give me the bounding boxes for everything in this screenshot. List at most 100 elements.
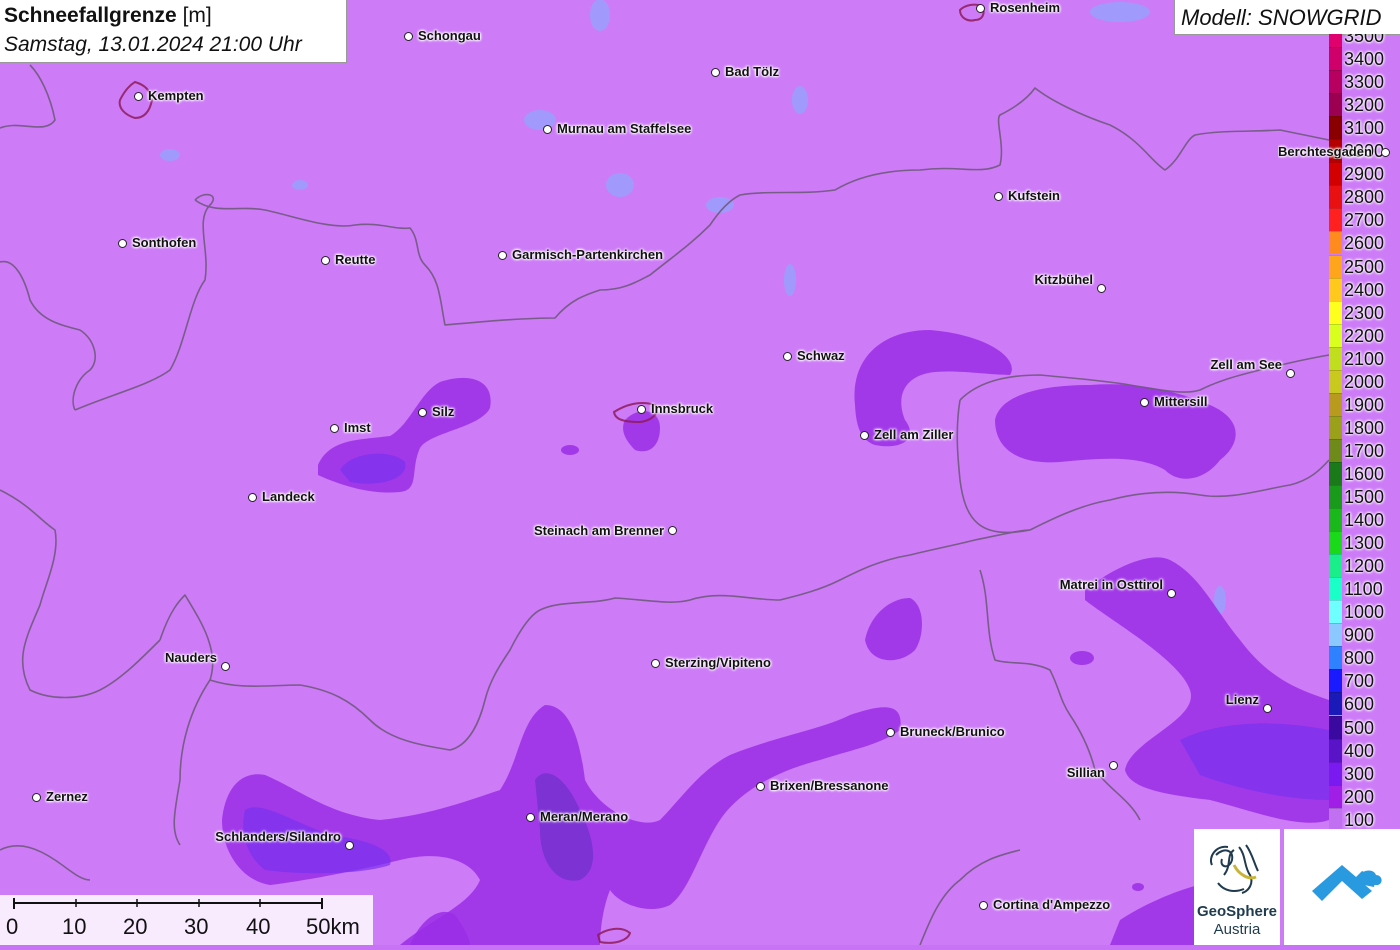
legend-label: 200	[1344, 786, 1375, 807]
scale-tick-label: 50km	[306, 914, 360, 939]
legend-label: 700	[1344, 671, 1375, 692]
legend-swatch	[1329, 692, 1342, 716]
snowgrid-emblem	[1312, 865, 1382, 901]
legend-label: 3100	[1344, 118, 1385, 139]
city-label: Kempten	[148, 88, 204, 103]
legend-swatch	[1329, 231, 1342, 255]
city-dot-icon	[1097, 284, 1106, 293]
city-label: Bad Tölz	[725, 64, 780, 79]
legend-swatch	[1329, 277, 1342, 301]
legend-item: 2700	[1329, 208, 1400, 232]
legend-label: 2300	[1344, 302, 1385, 323]
legend-swatch	[1329, 300, 1342, 324]
city-dot-icon	[651, 659, 660, 668]
city-label: Schlanders/Silandro	[215, 829, 341, 844]
legend-swatch	[1329, 646, 1342, 670]
legend-item: 1800	[1329, 415, 1400, 439]
city-dot-icon	[1109, 761, 1118, 770]
legend-swatch	[1329, 438, 1342, 462]
snowfall-limit-map	[0, 0, 1400, 945]
city-label: Murnau am Staffelsee	[557, 121, 692, 136]
map-datetime: Samstag, 13.01.2024 21:00 Uhr	[4, 33, 302, 56]
geosphere-logo: GeoSphere Austria	[1194, 829, 1280, 945]
legend-label: 2700	[1344, 210, 1385, 231]
city-label: Meran/Merano	[540, 809, 629, 824]
city-label: Zernez	[46, 789, 88, 804]
city-dot-icon	[637, 405, 646, 414]
city-label: Sterzing/Vipiteno	[665, 655, 771, 670]
legend-item: 1200	[1329, 554, 1400, 578]
map-title-unit: [m]	[182, 4, 212, 27]
legend-item: 300	[1329, 761, 1400, 785]
legend-swatch	[1329, 93, 1342, 117]
legend-item: 1500	[1329, 485, 1400, 508]
legend-swatch	[1329, 485, 1342, 508]
scale-tick-label: 10	[62, 914, 87, 939]
city-dot-icon	[1286, 369, 1295, 378]
city-label: Garmisch-Partenkirchen	[512, 247, 664, 262]
legend-swatch	[1329, 369, 1342, 393]
legend-label: 1400	[1344, 510, 1385, 531]
city-label: Bruneck/Brunico	[900, 724, 1005, 739]
legend-item: 3100	[1329, 116, 1400, 140]
city-dot-icon	[994, 192, 1003, 201]
legend-swatch	[1329, 162, 1342, 186]
legend-swatch	[1329, 70, 1342, 94]
legend-item: 1300	[1329, 531, 1400, 555]
city-dot-icon	[248, 493, 257, 502]
legend-item: 600	[1329, 692, 1400, 716]
legend-item: 400	[1329, 738, 1400, 762]
city-dot-icon	[32, 793, 41, 802]
city-label: Sonthofen	[132, 235, 197, 250]
legend-label: 2100	[1344, 348, 1385, 369]
city-label: Schongau	[418, 28, 481, 43]
legend-label: 2600	[1344, 233, 1385, 254]
legend-swatch	[1329, 415, 1342, 439]
city-label: Lienz	[1225, 692, 1259, 707]
legend-label: 2200	[1344, 325, 1385, 346]
city-dot-icon	[345, 841, 354, 850]
geosphere-emblem	[1210, 844, 1259, 894]
legend-label: 3500	[1344, 34, 1385, 46]
legend-swatch	[1329, 738, 1342, 762]
city-label: Rosenheim	[990, 0, 1061, 15]
city-dot-icon	[543, 125, 552, 134]
city-dot-icon	[979, 901, 988, 910]
legend-item: 1400	[1329, 508, 1400, 532]
legend-swatch	[1329, 600, 1342, 624]
legend-label: 1900	[1344, 394, 1385, 415]
city-dot-icon	[134, 92, 143, 101]
legend-item: 2400	[1329, 277, 1400, 301]
legend-label: 800	[1344, 648, 1375, 669]
snowgrid-logo	[1284, 829, 1400, 945]
map-title-box: Schneefallgrenze [m] Samstag, 13.01.2024…	[0, 0, 347, 63]
scale-tick-label: 0	[6, 914, 19, 939]
city-label: Landeck	[262, 489, 315, 504]
legend-label: 500	[1344, 717, 1375, 738]
legend-label: 100	[1344, 809, 1375, 830]
legend-swatch	[1329, 715, 1342, 739]
city-label: Matrei in Osttirol	[1059, 577, 1163, 592]
city-dot-icon	[1140, 398, 1149, 407]
legend-label: 1000	[1344, 602, 1385, 623]
legend-item: 2600	[1329, 231, 1400, 255]
city-label: Zell am See	[1210, 357, 1282, 372]
city-label: Silz	[432, 404, 455, 419]
city-dot-icon	[668, 526, 677, 535]
legend-item: 100	[1329, 807, 1400, 831]
city-dot-icon	[711, 68, 720, 77]
legend-swatch	[1329, 116, 1342, 140]
legend-label: 2900	[1344, 164, 1385, 185]
legend-label: 2500	[1344, 256, 1385, 277]
city-label: Reutte	[335, 252, 376, 267]
legend-item: 700	[1329, 669, 1400, 693]
legend-swatch	[1329, 669, 1342, 693]
city-label: Nauders	[164, 650, 217, 665]
city-dot-icon	[321, 256, 330, 265]
legend-label: 2400	[1344, 279, 1385, 300]
legend-swatch	[1329, 554, 1342, 578]
city-label: Mittersill	[1154, 394, 1208, 409]
legend-label: 1300	[1344, 533, 1385, 554]
legend-label: 1800	[1344, 417, 1385, 438]
legend-label: 400	[1344, 740, 1375, 761]
